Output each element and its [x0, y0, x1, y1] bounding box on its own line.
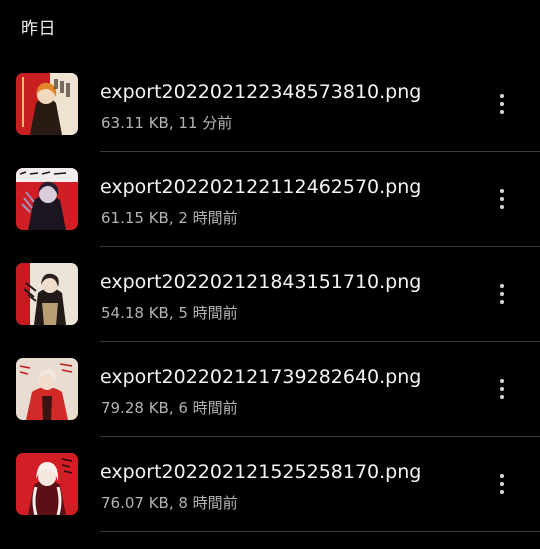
more-options-button[interactable] [486, 82, 518, 126]
more-vert-icon [500, 474, 504, 478]
file-row[interactable]: export202202121739282640.png 79.28 KB, 6… [0, 342, 540, 437]
thumbnail-illustration [16, 263, 78, 325]
file-name: export202202121525258170.png [100, 461, 422, 483]
file-meta: 63.11 KB, 11 分前 [101, 114, 233, 132]
more-vert-icon [500, 379, 504, 383]
file-row[interactable]: export202202122348573810.png 63.11 KB, 1… [0, 57, 540, 152]
more-vert-icon [500, 94, 504, 98]
file-thumbnail [16, 358, 78, 420]
file-thumbnail [16, 168, 78, 230]
file-list: export202202122348573810.png 63.11 KB, 1… [0, 57, 540, 532]
file-meta: 54.18 KB, 5 時間前 [101, 304, 238, 322]
more-options-button[interactable] [486, 367, 518, 411]
more-vert-icon [500, 189, 504, 193]
file-thumbnail [16, 73, 78, 135]
file-name: export202202121843151710.png [100, 271, 422, 293]
thumbnail-illustration [16, 73, 78, 135]
more-vert-icon-dot [500, 292, 504, 296]
more-options-button[interactable] [486, 177, 518, 221]
more-vert-icon-dot [500, 387, 504, 391]
divider [100, 531, 540, 532]
more-vert-icon-dot [500, 490, 504, 494]
file-thumbnail [16, 263, 78, 325]
file-row[interactable]: export202202121525258170.png 76.07 KB, 8… [0, 437, 540, 532]
more-vert-icon-dot [500, 110, 504, 114]
more-vert-icon-dot [500, 395, 504, 399]
file-thumbnail [16, 453, 78, 515]
file-meta: 61.15 KB, 2 時間前 [101, 209, 238, 227]
file-name: export202202122348573810.png [100, 81, 422, 103]
thumbnail-illustration [16, 358, 78, 420]
file-row[interactable]: export202202122112462570.png 61.15 KB, 2… [0, 152, 540, 247]
file-meta: 79.28 KB, 6 時間前 [101, 399, 238, 417]
more-vert-icon-dot [500, 482, 504, 486]
more-vert-icon [500, 284, 504, 288]
more-options-button[interactable] [486, 462, 518, 506]
thumbnail-illustration [16, 168, 78, 230]
file-meta: 76.07 KB, 8 時間前 [101, 494, 238, 512]
file-name: export202202122112462570.png [100, 176, 422, 198]
more-vert-icon-dot [500, 102, 504, 106]
thumbnail-illustration [16, 453, 78, 515]
file-name: export202202121739282640.png [100, 366, 422, 388]
more-options-button[interactable] [486, 272, 518, 316]
more-vert-icon-dot [500, 300, 504, 304]
section-header-yesterday: 昨日 [21, 19, 56, 39]
more-vert-icon-dot [500, 197, 504, 201]
file-row[interactable]: export202202121843151710.png 54.18 KB, 5… [0, 247, 540, 342]
more-vert-icon-dot [500, 205, 504, 209]
